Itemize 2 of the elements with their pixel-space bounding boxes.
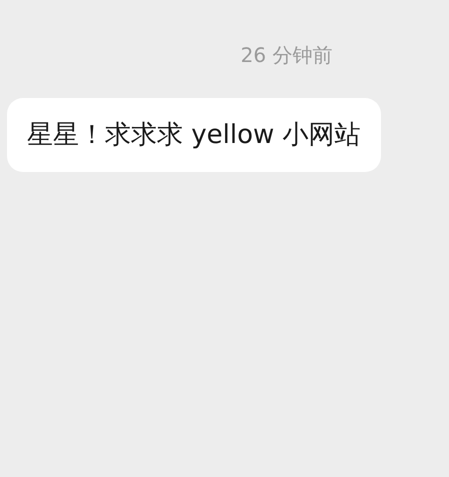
timestamp: 26 分钟前 bbox=[240, 42, 332, 69]
message-bubble: 星星！求求求 yellow 小网站 bbox=[7, 98, 381, 172]
